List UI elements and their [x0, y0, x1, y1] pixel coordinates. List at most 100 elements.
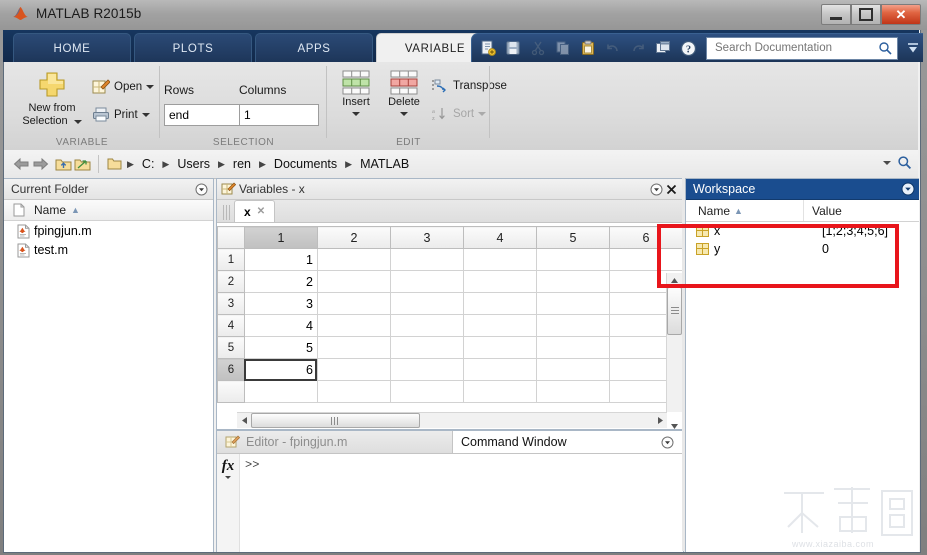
- cell-r1c5[interactable]: [535, 248, 610, 271]
- cell-r6c3[interactable]: [389, 358, 464, 381]
- column-header-3[interactable]: 3: [389, 226, 464, 249]
- cell-r3c3[interactable]: [389, 292, 464, 315]
- cell-r5c3[interactable]: [389, 336, 464, 359]
- path-dropdown-icon[interactable]: [881, 157, 893, 171]
- fx-gutter[interactable]: fx: [217, 454, 240, 552]
- list-item[interactable]: test.m: [4, 240, 213, 259]
- scroll-down-arrow-icon[interactable]: [668, 419, 682, 429]
- cell-r1c2[interactable]: [316, 248, 391, 271]
- current-folder-name-column[interactable]: Name: [34, 203, 66, 217]
- row-header-4[interactable]: 4: [217, 314, 245, 337]
- command-window-body[interactable]: fx >>: [217, 454, 683, 552]
- breadcrumb-item-0[interactable]: C:: [139, 157, 158, 171]
- cell-r6c1[interactable]: 6: [243, 358, 318, 381]
- workspace-value-column[interactable]: Value: [804, 204, 842, 218]
- cell-r2c3[interactable]: [389, 270, 464, 293]
- scroll-up-arrow-icon[interactable]: [668, 273, 682, 287]
- cell-r6c4[interactable]: [462, 358, 537, 381]
- cell-r3c2[interactable]: [316, 292, 391, 315]
- close-button[interactable]: ✕: [881, 4, 921, 25]
- collapse-ribbon-icon[interactable]: [903, 37, 923, 59]
- up-folder-icon[interactable]: [54, 155, 73, 174]
- cell-r3c1[interactable]: 3: [243, 292, 318, 315]
- table-row[interactable]: x [1;2;3;4;5;6]: [686, 222, 919, 240]
- rows-input[interactable]: end: [164, 104, 244, 126]
- panel-options-icon[interactable]: [649, 182, 664, 197]
- variable-data-grid[interactable]: 1 2 3 4 5 6 1 1 2 2 3 3 4 4 5 5 6 6: [217, 226, 683, 429]
- cell-r3c4[interactable]: [462, 292, 537, 315]
- row-header-5[interactable]: 5: [217, 336, 245, 359]
- cell-r6c2[interactable]: [316, 358, 391, 381]
- insert-button[interactable]: Insert: [333, 70, 379, 116]
- print-button[interactable]: Print: [92, 106, 150, 123]
- breadcrumb-item-3[interactable]: Documents: [271, 157, 340, 171]
- panel-options-icon[interactable]: [194, 182, 209, 197]
- help-icon[interactable]: ?: [676, 37, 700, 59]
- search-input[interactable]: [713, 41, 875, 55]
- search-documentation-box[interactable]: [706, 36, 898, 60]
- delete-button[interactable]: Delete: [381, 70, 427, 116]
- open-button[interactable]: Open: [92, 78, 155, 95]
- fx-icon[interactable]: fx: [222, 458, 235, 475]
- workspace-name-column[interactable]: Name: [698, 204, 730, 218]
- chevron-down-icon[interactable]: [400, 112, 408, 116]
- list-item[interactable]: fpingjun.m: [4, 221, 213, 240]
- breadcrumb-item-1[interactable]: Users: [174, 157, 213, 171]
- scroll-left-arrow-icon[interactable]: [237, 414, 251, 428]
- cell-r4c1[interactable]: 4: [243, 314, 318, 337]
- cell-r4c2[interactable]: [316, 314, 391, 337]
- tab-command-window[interactable]: Command Window: [453, 431, 683, 453]
- grid-h-scroll-thumb[interactable]: [251, 413, 420, 428]
- breadcrumb-item-4[interactable]: MATLAB: [357, 157, 412, 171]
- cell-r5c4[interactable]: [462, 336, 537, 359]
- cell-r1c3[interactable]: [389, 248, 464, 271]
- save-icon[interactable]: [501, 37, 525, 59]
- table-row[interactable]: y 0: [686, 240, 919, 258]
- switch-window-icon[interactable]: [651, 37, 675, 59]
- cell-r7c2[interactable]: [316, 380, 391, 403]
- panel-options-icon[interactable]: [660, 435, 675, 450]
- cell-r4c5[interactable]: [535, 314, 610, 337]
- cell-r1c1[interactable]: 1: [243, 248, 318, 271]
- ribbon-tab-home[interactable]: HOME: [13, 33, 131, 63]
- grid-v-scroll-thumb[interactable]: [667, 287, 682, 335]
- cell-r4c3[interactable]: [389, 314, 464, 337]
- cell-r7c5[interactable]: [535, 380, 610, 403]
- close-panel-icon[interactable]: [664, 182, 679, 197]
- column-header-2[interactable]: 2: [316, 226, 391, 249]
- tab-editor[interactable]: Editor - fpingjun.m: [217, 431, 453, 453]
- paste-icon[interactable]: [576, 37, 600, 59]
- cell-r7c4[interactable]: [462, 380, 537, 403]
- row-header-1[interactable]: 1: [217, 248, 245, 271]
- cell-r4c4[interactable]: [462, 314, 537, 337]
- column-header-1[interactable]: 1: [243, 226, 318, 249]
- grid-horizontal-scrollbar[interactable]: [237, 412, 667, 428]
- close-tab-icon[interactable]: ✕: [257, 206, 265, 217]
- back-arrow-icon[interactable]: [12, 155, 31, 174]
- cell-r5c5[interactable]: [535, 336, 610, 359]
- ribbon-tab-apps[interactable]: APPS: [255, 33, 373, 63]
- row-header-2[interactable]: 2: [217, 270, 245, 293]
- cell-r2c5[interactable]: [535, 270, 610, 293]
- cell-r5c1[interactable]: 5: [243, 336, 318, 359]
- grid-vertical-scrollbar[interactable]: [666, 273, 682, 429]
- cell-r5c2[interactable]: [316, 336, 391, 359]
- grid-corner[interactable]: [217, 226, 245, 249]
- forward-arrow-icon[interactable]: [31, 155, 50, 174]
- panel-options-icon[interactable]: [900, 182, 915, 197]
- cell-r2c2[interactable]: [316, 270, 391, 293]
- new-script-icon[interactable]: [476, 37, 500, 59]
- cell-r1c6[interactable]: [608, 248, 683, 271]
- column-header-6[interactable]: 6: [608, 226, 683, 249]
- column-header-4[interactable]: 4: [462, 226, 537, 249]
- cell-r6c5[interactable]: [535, 358, 610, 381]
- path-search-icon[interactable]: [897, 155, 912, 173]
- cell-r2c1[interactable]: 2: [243, 270, 318, 293]
- ribbon-tab-plots[interactable]: PLOTS: [134, 33, 252, 63]
- transpose-button[interactable]: Transpose: [431, 78, 507, 94]
- cell-r2c4[interactable]: [462, 270, 537, 293]
- command-prompt[interactable]: >>: [240, 454, 259, 552]
- row-header-7[interactable]: [217, 380, 245, 403]
- cell-r7c1[interactable]: [243, 380, 318, 403]
- data-table[interactable]: 1 2 3 4 5 6 1 1 2 2 3 3 4 4 5 5 6 6: [217, 226, 683, 403]
